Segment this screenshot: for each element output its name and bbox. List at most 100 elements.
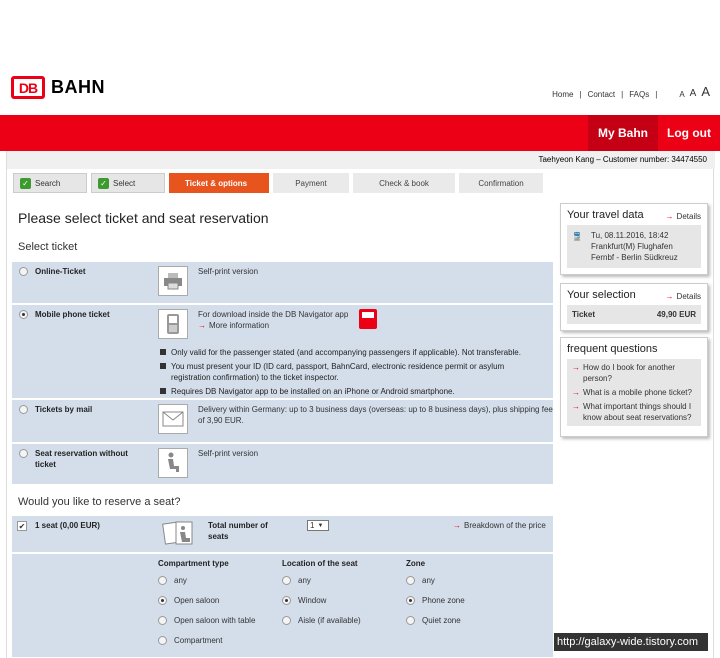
db-navigator-app-icon (359, 309, 377, 329)
home-link[interactable]: Home (552, 90, 573, 99)
step-select[interactable]: ✓ Select (91, 173, 165, 193)
mobile-note: Requires DB Navigator app to be installe… (160, 386, 540, 397)
separator: | (621, 90, 624, 99)
select-ticket-heading: Select ticket (18, 241, 78, 253)
more-info-link[interactable]: → More information (198, 320, 269, 331)
watermark: http://galaxy-wide.tistory.com (554, 633, 708, 651)
font-size-small[interactable]: A (679, 90, 684, 99)
location-option-any[interactable]: any (282, 576, 311, 585)
option-label: Window (298, 596, 327, 605)
compartment-option-open-saloon[interactable]: Open saloon (158, 596, 219, 605)
arrow-icon: → (572, 402, 580, 411)
step-label: Search (35, 178, 61, 188)
page-title: Please select ticket and seat reservatio… (18, 210, 269, 226)
check-icon: ✓ (98, 177, 109, 189)
zone-option-any[interactable]: any (406, 576, 435, 585)
mobile-note-text: You must present your ID (ID card, passp… (171, 362, 505, 382)
radio[interactable] (406, 596, 415, 605)
compartment-option-compartment[interactable]: Compartment (158, 636, 222, 645)
arrow-icon: → (198, 321, 206, 330)
faqs-link[interactable]: FAQs (629, 90, 649, 99)
separator: | (655, 90, 658, 99)
printer-icon (158, 266, 188, 296)
step-ticket-options: Ticket & options (169, 173, 269, 193)
arrow-icon: → (572, 388, 580, 397)
total-seats-select[interactable]: 1 ▼ (307, 520, 329, 531)
ticket-label: Ticket (572, 310, 595, 319)
mybahn-button[interactable]: My Bahn (588, 115, 658, 151)
option-label: any (174, 576, 187, 585)
option-label: Phone zone (422, 596, 465, 605)
radio[interactable] (282, 576, 291, 585)
seat-label: 1 seat (0,00 EUR) (35, 521, 100, 530)
step-payment: Payment (273, 173, 349, 193)
location-option-aisle[interactable]: Aisle (if available) (282, 616, 361, 625)
ticket-option-seat-only[interactable]: Seat reservation without ticket Self-pri… (12, 444, 553, 485)
main-content: Taehyeon Kang – Customer number: 3447455… (6, 151, 715, 658)
selection-panel: Your selection → Details Ticket 49,90 EUR (560, 283, 708, 331)
radio[interactable] (158, 596, 167, 605)
details-label: Details (676, 212, 701, 221)
faq-item-label: What is a mobile phone ticket? (583, 388, 692, 397)
db-logo[interactable]: DB BAHN (11, 76, 105, 99)
faq-item[interactable]: → How do I book for another person? (572, 362, 696, 384)
compartment-option-open-saloon-table[interactable]: Open saloon with table (158, 616, 255, 625)
radio-seat-only[interactable] (19, 449, 28, 458)
ticket-option-mail[interactable]: Tickets by mail Delivery within Germany:… (12, 400, 553, 443)
price-breakdown-label: Breakdown of the price (464, 521, 546, 530)
price-breakdown-link[interactable]: → Breakdown of the price (453, 520, 546, 531)
brand-name: BAHN (51, 77, 105, 97)
font-size-large[interactable]: A (701, 84, 710, 99)
reserve-seat-heading: Would you like to reserve a seat? (18, 496, 181, 508)
travel-to: Fernbf - Berlin Südkreuz (591, 253, 678, 262)
faq-item-label: How do I book for another person? (583, 363, 676, 383)
total-seats-value: 1 (310, 521, 315, 530)
ticket-option-mobile[interactable]: Mobile phone ticket For download inside … (12, 305, 553, 399)
selection-details-link[interactable]: → Details (666, 292, 701, 301)
travel-details-link[interactable]: → Details (666, 212, 701, 221)
ticket-option-online[interactable]: Online-Ticket Self-print version (12, 262, 553, 304)
faq-item[interactable]: → What important things should I know abo… (572, 401, 696, 423)
mobile-note: You must present your ID (ID card, passp… (160, 361, 530, 383)
arrow-icon: → (572, 363, 580, 372)
seat-icon (158, 448, 188, 478)
seat-checkbox[interactable]: ✔ (17, 521, 27, 531)
ticket-price: 49,90 EUR (656, 310, 696, 319)
step-search[interactable]: ✓ Search (13, 173, 87, 193)
envelope-icon (158, 404, 188, 434)
zone-option-phone[interactable]: Phone zone (406, 596, 465, 605)
details-label: Details (676, 292, 701, 301)
location-option-window[interactable]: Window (282, 596, 326, 605)
logout-button[interactable]: Log out (658, 115, 720, 151)
ticket-desc: Self-print version (198, 449, 259, 458)
step-label: Check & book (379, 178, 429, 188)
radio[interactable] (282, 596, 291, 605)
seat-reservation-option[interactable]: ✔ 1 seat (0,00 EUR) Total number of seat… (12, 516, 553, 553)
total-seats-label: Total number of seats (208, 521, 268, 541)
radio[interactable] (158, 576, 167, 585)
seat-preferences: Compartment type Location of the seat Zo… (12, 554, 553, 658)
option-label: Aisle (if available) (298, 616, 361, 625)
radio[interactable] (406, 616, 415, 625)
travel-data-panel: Your travel data → Details 🚆 Tu, 08.11.20… (560, 203, 708, 275)
train-icon: 🚆 (572, 232, 582, 241)
customer-info: Taehyeon Kang – Customer number: 3447455… (7, 151, 715, 169)
font-size-medium[interactable]: A (690, 88, 697, 99)
compartment-option-any[interactable]: any (158, 576, 187, 585)
radio[interactable] (158, 636, 167, 645)
faq-title: frequent questions (567, 343, 658, 355)
option-label: Open saloon (174, 596, 220, 605)
radio-mobile[interactable] (19, 310, 28, 319)
zone-option-quiet[interactable]: Quiet zone (406, 616, 461, 625)
contact-link[interactable]: Contact (588, 90, 616, 99)
radio-mail[interactable] (19, 405, 28, 414)
ticket-label: Online-Ticket (35, 267, 86, 276)
radio[interactable] (282, 616, 291, 625)
radio-online[interactable] (19, 267, 28, 276)
radio[interactable] (406, 576, 415, 585)
ticket-desc: Delivery within Germany: up to 3 busines… (198, 405, 553, 425)
step-label: Payment (295, 178, 327, 188)
radio[interactable] (158, 616, 167, 625)
faq-item[interactable]: → What is a mobile phone ticket? (572, 387, 696, 398)
faq-list: → How do I book for another person? → What… (567, 359, 701, 426)
